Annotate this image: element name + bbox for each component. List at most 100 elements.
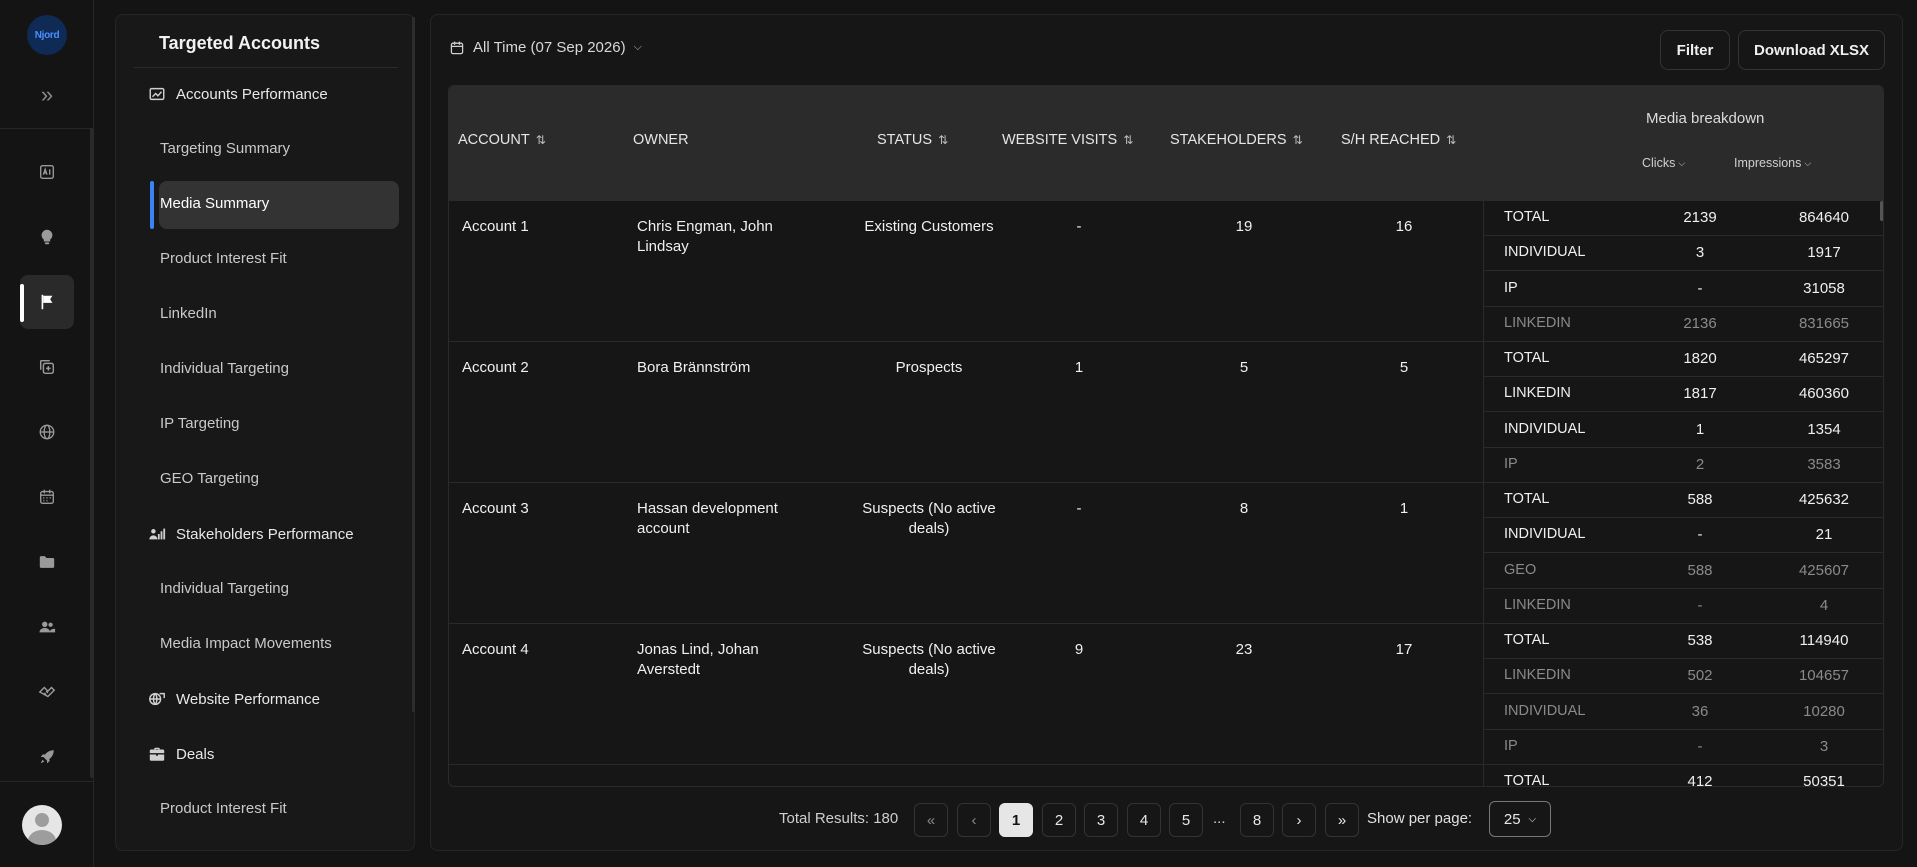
stakeholders-icon [149, 528, 166, 540]
breakdown-channel: GEO [1504, 561, 1537, 578]
impressions-sort-dropdown[interactable]: Impressions ⌵ [1734, 156, 1811, 170]
previous-page-button[interactable]: ‹ [957, 803, 991, 837]
breakdown-clicks: 36 [1691, 702, 1709, 720]
breakdown-row: LINKEDIN 2136 831665 [1484, 307, 1883, 342]
sidebar-item-individual-targeting-2[interactable]: Individual Targeting [160, 580, 289, 597]
filter-button[interactable]: Filter [1660, 30, 1730, 70]
breakdown-row: INDIVIDUAL 1 1354 [1484, 413, 1883, 448]
breakdown-impressions: 10280 [1803, 702, 1845, 720]
section-stakeholders-performance[interactable]: Stakeholders Performance [148, 525, 354, 543]
table-row[interactable]: TOTAL 412 50351 [449, 765, 1883, 787]
breakdown-impressions: 114940 [1799, 632, 1849, 649]
lightbulb-icon[interactable] [20, 210, 74, 264]
table-row[interactable]: Account 4 Jonas Lind, Johan Averstedt Susp… [449, 624, 1883, 765]
cell-stakeholders: 5 [1239, 359, 1249, 376]
breakdown-row: TOTAL 412 50351 [1484, 765, 1883, 787]
column-header-status[interactable]: STATUS ⇅ [877, 132, 948, 148]
date-range-selector[interactable]: All Time (07 Sep 2026) ⌵ [449, 39, 642, 56]
table-row[interactable]: Account 2 Bora Brännström Prospects 1 5 5 TOTA… [449, 342, 1883, 483]
sidebar-item-linkedin[interactable]: LinkedIn [160, 305, 217, 322]
breakdown-impressions: 1917 [1807, 244, 1841, 262]
briefcase-icon [149, 747, 165, 761]
column-header-account[interactable]: ACCOUNT ⇅ [458, 132, 546, 148]
first-page-button[interactable]: « [914, 803, 948, 837]
download-xlsx-button[interactable]: Download XLSX [1738, 30, 1885, 70]
table-row[interactable]: Account 1 Chris Engman, John Lindsay Exist… [449, 201, 1883, 342]
column-header-sh-reached[interactable]: S/H REACHED ⇅ [1341, 132, 1456, 148]
breakdown-clicks: 412 [1687, 773, 1713, 787]
rail-scrollbar[interactable] [90, 128, 94, 778]
folder-icon[interactable] [20, 535, 74, 589]
globe-icon[interactable] [20, 405, 74, 459]
breakdown-row: IP 2 3583 [1484, 448, 1883, 483]
sidebar-divider [134, 67, 398, 68]
njord-logo[interactable]: Njord [27, 15, 67, 55]
page-button-1[interactable]: 1 [999, 803, 1033, 837]
page-button-4[interactable]: 4 [1127, 803, 1161, 837]
impressions-label: Impressions [1734, 156, 1802, 170]
sidebar-item-ip-targeting[interactable]: IP Targeting [160, 415, 240, 432]
breakdown-channel: INDIVIDUAL [1504, 420, 1586, 437]
calendar-icon[interactable] [20, 470, 74, 524]
sidebar-item-product-interest-fit[interactable]: Product Interest Fit [160, 250, 287, 267]
pagination: Total Results: 180 « ‹ 1 2 3 4 5 ... 8 ›… [431, 800, 1904, 840]
cell-website-visits: - [1076, 218, 1082, 235]
breakdown-channel: TOTAL [1504, 632, 1550, 648]
breakdown-channel: IP [1504, 455, 1518, 472]
breakdown-impressions: 831665 [1798, 314, 1850, 332]
breakdown-clicks: 588 [1687, 491, 1713, 508]
page-button-8[interactable]: 8 [1240, 803, 1274, 837]
flag-icon[interactable] [20, 275, 74, 329]
sort-icon[interactable]: ⇅ [536, 133, 546, 147]
media-breakdown: TOTAL 412 50351 [1483, 765, 1883, 787]
sidebar-item-individual-targeting[interactable]: Individual Targeting [160, 360, 289, 377]
users-icon[interactable] [20, 600, 74, 654]
per-page-select[interactable]: 25 ⌵ [1489, 801, 1551, 837]
cell-status: Suspects (No active deals) [862, 500, 996, 537]
sort-icon[interactable]: ⇅ [1293, 133, 1303, 147]
sidebar-scrollbar[interactable] [412, 17, 415, 712]
section-website-performance[interactable]: Website Performance [148, 690, 320, 708]
sidebar-item-geo-targeting[interactable]: GEO Targeting [160, 470, 259, 487]
breakdown-impressions: 50351 [1803, 773, 1845, 787]
page-button-5[interactable]: 5 [1169, 803, 1203, 837]
cell-website-visits: 1 [1074, 359, 1084, 376]
last-page-button[interactable]: » [1325, 803, 1359, 837]
add-copy-icon[interactable] [20, 340, 74, 394]
sort-icon[interactable]: ⇅ [938, 133, 948, 147]
chart-icon [149, 87, 165, 101]
sidebar-item-targeting-summary[interactable]: Targeting Summary [160, 140, 290, 157]
table-row[interactable]: Account 3 Hassan development account Suspe… [449, 483, 1883, 624]
breakdown-row: TOTAL 538 114940 [1484, 624, 1883, 659]
sort-icon[interactable]: ⇅ [1123, 133, 1133, 147]
sidebar-item-product-interest-fit-2[interactable]: Product Interest Fit [160, 800, 287, 817]
sidebar-item-media-impact-movements[interactable]: Media Impact Movements [160, 635, 332, 652]
icon-rail: Njord » [0, 0, 94, 867]
next-page-button[interactable]: › [1282, 803, 1316, 837]
section-label: Website Performance [176, 690, 320, 708]
breakdown-channel: TOTAL [1504, 209, 1550, 225]
column-header-stakeholders[interactable]: STAKEHOLDERS ⇅ [1170, 132, 1303, 148]
sort-icon[interactable]: ⇅ [1446, 133, 1456, 147]
user-avatar[interactable] [22, 805, 62, 845]
sidebar-item-media-summary[interactable]: Media Summary [160, 195, 269, 212]
breakdown-row: GEO 588 425607 [1484, 554, 1883, 589]
column-header-website-visits[interactable]: WEBSITE VISITS ⇅ [1002, 132, 1133, 148]
per-page-label: Show per page: [1367, 810, 1473, 827]
clicks-label: Clicks [1642, 156, 1676, 170]
breakdown-clicks: - [1697, 737, 1703, 755]
section-accounts-performance[interactable]: Accounts Performance [148, 85, 328, 103]
breakdown-clicks: 1817 [1683, 385, 1717, 403]
expand-sidebar-icon[interactable]: » [34, 82, 60, 108]
section-deals[interactable]: Deals [148, 745, 214, 763]
page-button-2[interactable]: 2 [1042, 803, 1076, 837]
rocket-icon[interactable] [20, 730, 74, 784]
breakdown-clicks: 3 [1695, 244, 1705, 262]
breakdown-channel: INDIVIDUAL [1504, 244, 1586, 261]
handshake-icon[interactable] [20, 665, 74, 719]
clicks-sort-dropdown[interactable]: Clicks ⌵ [1642, 156, 1685, 170]
breakdown-row: IP - 3 [1484, 730, 1883, 765]
ai-document-icon[interactable] [20, 145, 74, 199]
page-button-3[interactable]: 3 [1084, 803, 1118, 837]
breakdown-channel: LINKEDIN [1504, 667, 1571, 684]
